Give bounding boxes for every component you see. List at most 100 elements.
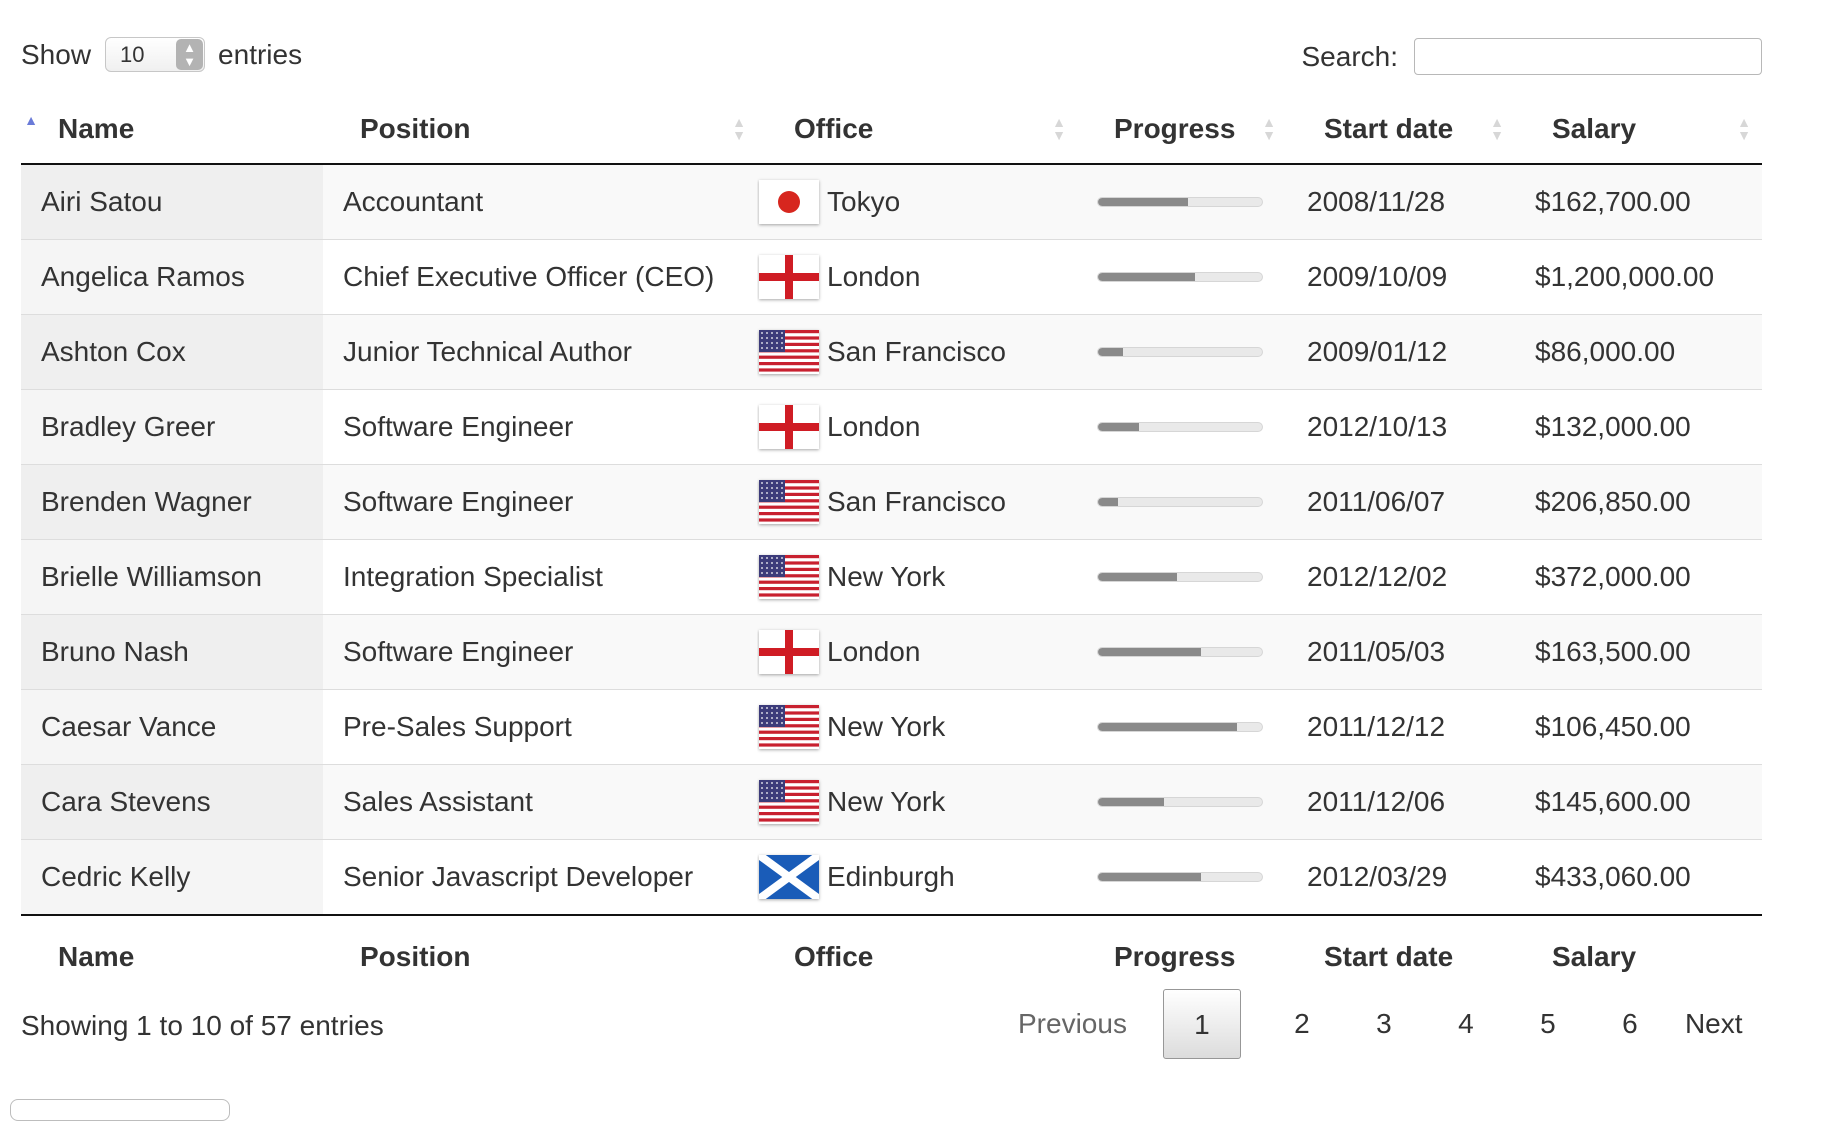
column-header-office[interactable]: Office ▲ ▼ — [757, 95, 1077, 165]
progress-bar — [1097, 422, 1263, 432]
show-label: Show — [21, 38, 92, 70]
progress-bar-fill — [1098, 198, 1189, 206]
table-row[interactable]: Ashton Cox Junior Technical Author San Fra… — [21, 314, 1762, 390]
office-cell: London — [757, 239, 1077, 315]
sort-both-icon: ▲ ▼ — [1490, 114, 1504, 143]
pagination-previous-button[interactable]: Previous — [996, 989, 1149, 1059]
usa-flag-icon — [759, 330, 819, 374]
start-date-cell: 2011/06/07 — [1287, 464, 1515, 540]
select-spinner-icon[interactable]: ▲ ▼ — [176, 39, 204, 70]
progress-bar — [1097, 722, 1263, 732]
progress-cell — [1077, 314, 1287, 390]
pagination-page-5-button[interactable]: 5 — [1507, 989, 1589, 1059]
start-date-cell: 2011/12/12 — [1287, 689, 1515, 765]
table-row[interactable]: Caesar Vance Pre-Sales Support New York 201… — [21, 689, 1762, 765]
pagination-page-1-button[interactable]: 1 — [1162, 989, 1241, 1059]
name-cell: Angelica Ramos — [21, 239, 323, 315]
office-cell: London — [757, 614, 1077, 690]
office-cell: New York — [757, 689, 1077, 765]
office-cell: London — [757, 389, 1077, 465]
england-flag-icon — [759, 630, 819, 674]
progress-bar — [1097, 272, 1263, 282]
position-cell: Accountant — [323, 164, 757, 240]
pagination-next-button[interactable]: Next — [1671, 989, 1765, 1059]
entries-label: entries — [218, 38, 303, 70]
column-header-name[interactable]: Name ▲ — [21, 95, 323, 165]
salary-cell: $132,000.00 — [1515, 389, 1762, 465]
entries-per-page-select[interactable]: 10 ▲ ▼ — [105, 37, 206, 72]
usa-flag-icon — [759, 705, 819, 749]
progress-bar-fill — [1098, 423, 1139, 431]
progress-bar — [1097, 797, 1263, 807]
usa-flag-icon — [759, 780, 819, 824]
progress-bar-fill — [1098, 573, 1177, 581]
progress-bar — [1097, 347, 1263, 357]
table-header: Name ▲ Position ▲ ▼ Office ▲ ▼ Progress ▲ ▼ Star… — [21, 95, 1762, 165]
name-cell: Caesar Vance — [21, 689, 323, 765]
table-row[interactable]: Angelica Ramos Chief Executive Officer (C… — [21, 239, 1762, 315]
office-cell: New York — [757, 539, 1077, 615]
office-cell: Edinburgh — [757, 839, 1077, 915]
england-flag-icon — [759, 405, 819, 449]
salary-cell: $372,000.00 — [1515, 539, 1762, 615]
table-row[interactable]: Brenden Wagner Software Engineer San Franc… — [21, 464, 1762, 540]
progress-cell — [1077, 389, 1287, 465]
column-footer-office: Office — [757, 914, 1077, 998]
name-cell: Ashton Cox — [21, 314, 323, 390]
column-header-start-date[interactable]: Start date ▲ ▼ — [1287, 95, 1515, 165]
usa-flag-icon — [759, 480, 819, 524]
japan-flag-icon — [759, 180, 819, 224]
progress-bar — [1097, 572, 1263, 582]
table-row[interactable]: Brielle Williamson Integration Specialist… — [21, 539, 1762, 615]
office-label: Edinburgh — [827, 861, 955, 892]
search-control: Search: — [1302, 38, 1762, 75]
position-cell: Chief Executive Officer (CEO) — [323, 239, 757, 315]
progress-bar-fill — [1098, 348, 1123, 356]
column-header-label: Position — [360, 113, 471, 144]
entries-per-page-value: 10 — [120, 42, 145, 67]
pagination-page-4-button[interactable]: 4 — [1425, 989, 1507, 1059]
office-label: San Francisco — [827, 486, 1006, 517]
sort-both-icon: ▲ ▼ — [1262, 114, 1276, 143]
search-input[interactable] — [1414, 38, 1762, 75]
salary-cell: $86,000.00 — [1515, 314, 1762, 390]
office-label: Tokyo — [827, 186, 901, 217]
column-header-label: Progress — [1114, 113, 1236, 144]
progress-cell — [1077, 764, 1287, 840]
name-cell: Bruno Nash — [21, 614, 323, 690]
name-cell: Brenden Wagner — [21, 464, 323, 540]
pagination-page-6-button[interactable]: 6 — [1589, 989, 1671, 1059]
office-cell: San Francisco — [757, 314, 1077, 390]
employees-table: Name ▲ Position ▲ ▼ Office ▲ ▼ Progress ▲ ▼ Star… — [21, 95, 1762, 998]
usa-flag-icon — [759, 555, 819, 599]
column-header-label: Name — [58, 113, 135, 144]
column-header-salary[interactable]: Salary ▲ ▼ — [1515, 95, 1762, 165]
table-row[interactable]: Bruno Nash Software Engineer London 2011/05… — [21, 614, 1762, 690]
progress-bar-fill — [1098, 723, 1238, 731]
pagination-page-3-button[interactable]: 3 — [1343, 989, 1425, 1059]
progress-bar — [1097, 497, 1263, 507]
progress-bar-fill — [1098, 498, 1118, 506]
column-header-progress[interactable]: Progress ▲ ▼ — [1077, 95, 1287, 165]
start-date-cell: 2009/10/09 — [1287, 239, 1515, 315]
pagination-page-2-button[interactable]: 2 — [1261, 989, 1343, 1059]
salary-cell: $145,600.00 — [1515, 764, 1762, 840]
table-row[interactable]: Airi Satou Accountant Tokyo 2008/11/28 $162,… — [21, 164, 1762, 240]
table-row[interactable]: Cedric Kelly Senior Javascript Developer E… — [21, 839, 1762, 915]
table-row[interactable]: Cara Stevens Sales Assistant New York 2011/… — [21, 764, 1762, 840]
progress-cell — [1077, 614, 1287, 690]
column-header-position[interactable]: Position ▲ ▼ — [323, 95, 757, 165]
datatable-wrapper: Show 10 ▲ ▼ entries Search: Name ▲ Posit… — [21, 0, 1762, 1059]
office-label: New York — [827, 786, 946, 817]
table-row[interactable]: Bradley Greer Software Engineer London 2012… — [21, 389, 1762, 465]
office-cell: San Francisco — [757, 464, 1077, 540]
table-body: Airi Satou Accountant Tokyo 2008/11/28 $162,… — [21, 164, 1762, 915]
office-label: New York — [827, 561, 946, 592]
column-footer-progress: Progress — [1077, 914, 1287, 998]
salary-cell: $206,850.00 — [1515, 464, 1762, 540]
start-date-cell: 2011/05/03 — [1287, 614, 1515, 690]
start-date-cell: 2012/03/29 — [1287, 839, 1515, 915]
position-cell: Senior Javascript Developer — [323, 839, 757, 915]
progress-bar-fill — [1098, 798, 1164, 806]
name-cell: Cedric Kelly — [21, 839, 323, 915]
